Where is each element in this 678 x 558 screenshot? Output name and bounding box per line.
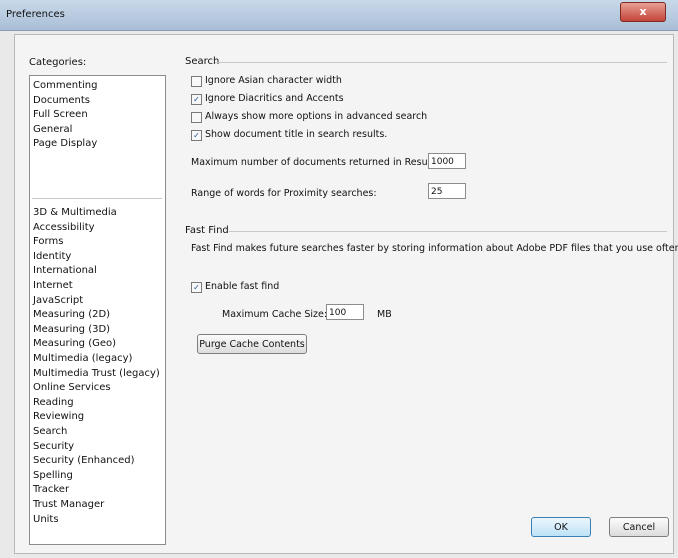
category-item[interactable]: Search — [33, 426, 67, 437]
categories-label: Categories: — [29, 57, 87, 68]
fast-find-section-divider — [229, 231, 667, 232]
proximity-label: Range of words for Proximity searches: — [191, 188, 377, 199]
proximity-input[interactable]: 25 — [428, 183, 466, 199]
category-item[interactable]: Page Display — [33, 138, 97, 149]
category-item[interactable]: Units — [33, 514, 59, 525]
category-item[interactable]: General — [33, 124, 72, 135]
category-item[interactable]: Commenting — [33, 80, 97, 91]
purge-cache-button[interactable]: Purge Cache Contents — [197, 334, 307, 354]
window-title: Preferences — [6, 9, 65, 20]
always-show-label: Always show more options in advanced sea… — [205, 111, 428, 122]
category-item[interactable]: Measuring (2D) — [33, 309, 110, 320]
ok-button[interactable]: OK — [531, 517, 591, 537]
preferences-dialog: Preferences x Categories: Commenting Docu… — [0, 0, 678, 558]
category-item[interactable]: International — [33, 265, 97, 276]
ignore-asian-checkbox[interactable] — [191, 76, 202, 87]
search-section-divider — [215, 62, 667, 63]
categories-list[interactable]: Commenting Documents Full Screen General Pag… — [29, 75, 166, 545]
dialog-body: Categories: Commenting Documents Full Scre… — [14, 34, 678, 554]
category-item[interactable]: Spelling — [33, 470, 73, 481]
category-item[interactable]: Identity — [33, 251, 71, 262]
fast-find-description: Fast Find makes future searches faster b… — [191, 243, 678, 254]
category-item[interactable]: Accessibility — [33, 222, 95, 233]
category-item[interactable]: Full Screen — [33, 109, 88, 120]
always-show-checkbox[interactable] — [191, 112, 202, 123]
category-item[interactable]: Documents — [33, 95, 90, 106]
category-item[interactable]: Reviewing — [33, 411, 84, 422]
max-documents-label: Maximum number of documents returned in … — [191, 157, 443, 168]
close-button[interactable]: x — [620, 2, 666, 22]
cache-size-label: Maximum Cache Size: — [222, 309, 328, 320]
category-item[interactable]: 3D & Multimedia — [33, 207, 117, 218]
category-item[interactable]: Multimedia Trust (legacy) — [33, 368, 160, 379]
fast-find-section-title: Fast Find — [185, 225, 229, 236]
show-title-label: Show document title in search results. — [205, 129, 388, 140]
categories-separator — [32, 198, 162, 199]
show-title-checkbox[interactable]: ✓ — [191, 130, 202, 141]
category-item[interactable]: Tracker — [33, 484, 69, 495]
close-icon: x — [639, 5, 647, 18]
title-bar: Preferences x — [0, 0, 678, 31]
enable-fast-find-checkbox[interactable]: ✓ — [191, 282, 202, 293]
cache-size-unit: MB — [377, 309, 392, 320]
category-item[interactable]: Measuring (Geo) — [33, 338, 116, 349]
category-item[interactable]: Internet — [33, 280, 73, 291]
category-item[interactable]: Measuring (3D) — [33, 324, 110, 335]
category-item[interactable]: JavaScript — [33, 295, 83, 306]
category-item[interactable]: Multimedia (legacy) — [33, 353, 132, 364]
ignore-diacritics-checkbox[interactable]: ✓ — [191, 94, 202, 105]
category-item[interactable]: Trust Manager — [33, 499, 104, 510]
category-item[interactable]: Security (Enhanced) — [33, 455, 135, 466]
cache-size-input[interactable]: 100 — [326, 304, 364, 320]
enable-fast-find-label: Enable fast find — [205, 281, 280, 292]
category-item[interactable]: Online Services — [33, 382, 111, 393]
category-item[interactable]: Forms — [33, 236, 63, 247]
category-item[interactable]: Security — [33, 441, 74, 452]
ignore-diacritics-label: Ignore Diacritics and Accents — [205, 93, 344, 104]
cancel-button[interactable]: Cancel — [609, 517, 669, 537]
max-documents-input[interactable]: 1000 — [428, 153, 466, 169]
category-item[interactable]: Reading — [33, 397, 74, 408]
ignore-asian-label: Ignore Asian character width — [205, 75, 342, 86]
